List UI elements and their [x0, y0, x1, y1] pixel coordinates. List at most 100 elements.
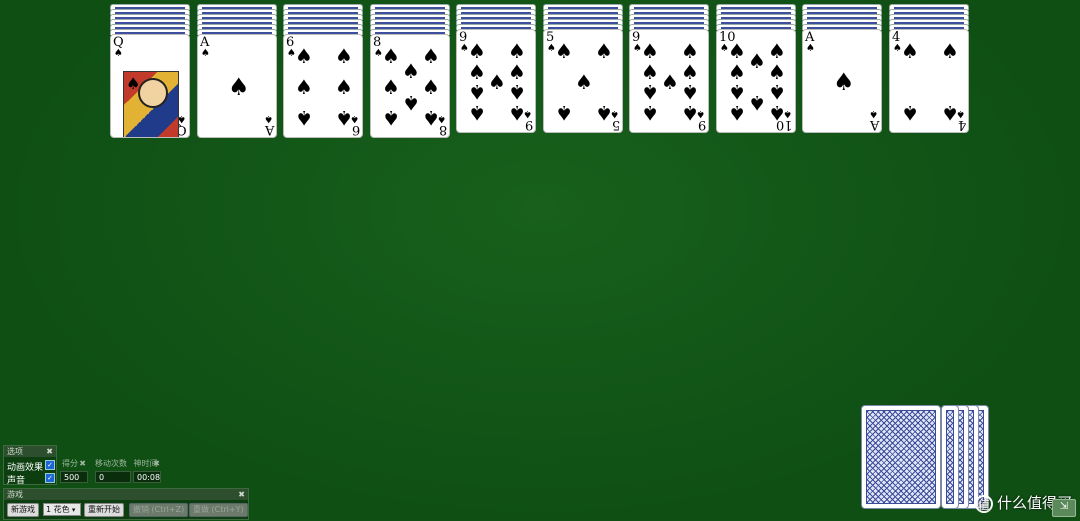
card-back-pattern — [946, 410, 954, 504]
spade-icon: ♠ — [595, 101, 613, 126]
spade-icon: ♠ — [728, 101, 746, 126]
sound-checkbox[interactable]: ✓ — [45, 473, 55, 483]
spade-icon: ♠ — [728, 80, 746, 105]
queen-portrait-icon — [123, 71, 179, 137]
moves-panel-header: 移动次数 神时间 ✖ — [93, 458, 163, 469]
spade-icon: ♠ — [201, 48, 210, 59]
spade-icon: ♠ — [335, 75, 353, 99]
spade-icon: ♠ — [901, 38, 919, 63]
spade-icon: ♠ — [681, 38, 699, 63]
spade-icon: ♠ — [508, 59, 526, 84]
card-rank: A — [869, 117, 879, 132]
game-panel-header: 游戏 ✖ — [4, 489, 248, 500]
face-up-card[interactable]: A ♠ A ♠ ♠ — [802, 29, 882, 133]
face-up-card[interactable]: 8 ♠ 8 ♠ ♠ ♠ ♠ ♠ ♠ ♠ ♠ ♠ — [370, 34, 450, 138]
spade-icon: ♠ — [869, 108, 878, 119]
spade-icon: ♠ — [468, 59, 486, 84]
spade-icon: ♠ — [468, 80, 486, 105]
redo-button[interactable]: 重做 (Ctrl+Y) — [189, 503, 248, 517]
spade-icon: ♠ — [228, 73, 250, 101]
restart-button[interactable]: 重新开始 — [84, 503, 124, 517]
spade-icon: ♠ — [641, 38, 659, 63]
spade-icon: ♠ — [382, 75, 400, 99]
close-icon[interactable]: ✖ — [238, 489, 245, 500]
options-panel-header: 选项 ✖ — [4, 446, 56, 457]
spade-icon: ♠ — [402, 90, 420, 115]
spade-icon: ♠ — [335, 106, 353, 131]
card-back-pattern — [866, 410, 936, 504]
spade-icon: ♠ — [595, 38, 613, 63]
spade-icon: ♠ — [508, 38, 526, 63]
animation-label: 动画效果 — [7, 463, 44, 473]
spade-icon: ♠ — [555, 38, 573, 63]
spade-icon: ♠ — [661, 70, 679, 94]
spade-icon: ♠ — [748, 90, 766, 115]
spade-icon: ♠ — [641, 59, 659, 84]
time-value: 00:08 — [133, 471, 161, 483]
face-up-card[interactable]: 5 ♠ 5 ♠ ♠ ♠ ♠ ♠ ♠ — [543, 29, 623, 133]
spade-icon: ♠ — [768, 80, 786, 105]
chevron-down-icon: ▾ — [69, 506, 76, 514]
spade-icon: ♠ — [901, 101, 919, 126]
spade-icon: ♠ — [488, 70, 506, 94]
face-up-card[interactable]: 9 ♠ 9 ♠ ♠ ♠ ♠ ♠ ♠ ♠ ♠ ♠ ♠ — [629, 29, 709, 133]
spade-icon: ♠ — [575, 70, 593, 94]
stock-pile[interactable] — [861, 405, 991, 515]
animation-checkbox[interactable]: ✓ — [45, 460, 55, 470]
spade-icon: ♠ — [728, 59, 746, 84]
face-up-card[interactable]: 9 ♠ 9 ♠ ♠ ♠ ♠ ♠ ♠ ♠ ♠ ♠ ♠ — [456, 29, 536, 133]
moves-title: 移动次数 — [95, 459, 127, 468]
spade-icon: ♠ — [468, 101, 486, 126]
spade-icon: ♠ — [295, 75, 313, 99]
face-up-card[interactable]: Q ♠ Q ♠ — [110, 34, 190, 138]
spade-icon: ♠ — [508, 101, 526, 126]
score-title: 得分 — [62, 459, 78, 468]
suit-select[interactable]: 1 花色 ▾ — [43, 503, 81, 516]
close-icon[interactable]: ✖ — [153, 458, 160, 469]
spade-icon: ♠ — [768, 59, 786, 84]
spade-icon: ♠ — [681, 101, 699, 126]
stock-card[interactable] — [861, 405, 941, 509]
spade-icon: ♠ — [768, 38, 786, 63]
spade-icon: ♠ — [422, 106, 440, 131]
spade-icon: ♠ — [382, 106, 400, 131]
options-panel: 选项 ✖ 动画效果 ✓ 声音 ✓ — [3, 445, 57, 486]
face-up-card[interactable]: 4 ♠ 4 ♠ ♠ ♠ ♠ ♠ — [889, 29, 969, 133]
spade-icon: ♠ — [833, 68, 855, 96]
score-panel: 得分 ✖ 500 — [59, 458, 89, 485]
spade-icon: ♠ — [641, 101, 659, 126]
undo-button[interactable]: 撤销 (Ctrl+Z) — [129, 503, 189, 517]
close-icon[interactable]: ✖ — [79, 458, 86, 469]
face-up-card[interactable]: 6 ♠ 6 ♠ ♠ ♠ ♠ ♠ ♠ ♠ — [283, 34, 363, 138]
spade-icon: ♠ — [941, 101, 959, 126]
spade-icon: ♠ — [941, 38, 959, 63]
watermark-logo-icon: 值 — [974, 494, 993, 513]
game-panel-title: 游戏 — [7, 490, 23, 499]
spade-icon: ♠ — [748, 49, 766, 74]
game-panel: 游戏 ✖ 新游戏 1 花色 ▾ 重新开始 撤销 (Ctrl+Z) 重做 (Ctr… — [3, 488, 249, 520]
suit-select-value: 1 花色 — [46, 505, 70, 514]
score-panel-header: 得分 ✖ — [59, 458, 89, 469]
spade-icon: ♠ — [555, 101, 573, 126]
spade-icon: ♠ — [508, 80, 526, 105]
spade-icon: ♠ — [402, 59, 420, 84]
face-up-card[interactable]: A ♠ A ♠ ♠ — [197, 34, 277, 138]
spade-icon: ♠ — [422, 43, 440, 68]
options-panel-title: 选项 — [7, 447, 23, 456]
close-icon[interactable]: ✖ — [46, 446, 53, 457]
moves-panel: 移动次数 神时间 ✖ 0 00:08 — [93, 458, 163, 485]
spade-icon: ♠ — [264, 113, 273, 124]
spade-icon: ♠ — [295, 106, 313, 131]
spade-icon: ♠ — [806, 43, 815, 54]
spade-icon: ♠ — [768, 101, 786, 126]
spade-icon: ♠ — [382, 43, 400, 68]
sound-label: 声音 — [7, 476, 26, 486]
stock-card[interactable] — [941, 405, 959, 509]
face-up-card[interactable]: 10 ♠ 10 ♠ ♠ ♠ ♠ ♠ ♠ ♠ ♠ ♠ ♠ ♠ — [716, 29, 796, 133]
spade-icon: ♠ — [681, 59, 699, 84]
moves-value: 0 — [95, 471, 131, 483]
new-game-button[interactable]: 新游戏 — [7, 503, 39, 517]
score-value: 500 — [60, 471, 88, 483]
spade-icon: ♠ — [728, 38, 746, 63]
fullscreen-toggle[interactable]: ⇲ — [1052, 499, 1076, 517]
